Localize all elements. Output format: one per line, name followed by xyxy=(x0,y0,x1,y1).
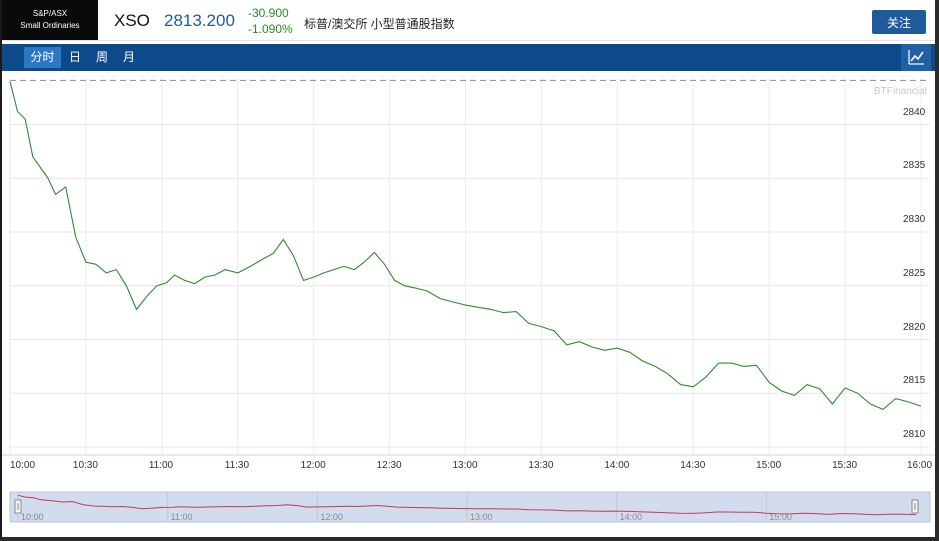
navigator-tick-label: 15:00 xyxy=(769,512,792,522)
x-tick-label: 15:30 xyxy=(832,460,858,471)
chart-grid xyxy=(9,78,930,455)
x-tick-label: 16:00 xyxy=(907,460,933,471)
x-tick-label: 13:00 xyxy=(452,460,478,471)
y-tick-label: 2840 xyxy=(903,106,926,118)
x-tick-label: 15:00 xyxy=(756,460,782,471)
x-tick-label: 12:00 xyxy=(300,460,326,471)
y-tick-label: 2820 xyxy=(903,321,926,333)
navigator-tick-label: 14:00 xyxy=(619,512,643,522)
y-tick-label: 2825 xyxy=(903,267,926,279)
y-tick-label: 2835 xyxy=(903,160,926,172)
x-tick-label: 14:00 xyxy=(604,460,630,471)
x-tick-label: 13:30 xyxy=(528,460,554,471)
x-tick-label: 10:00 xyxy=(10,460,36,471)
y-tick-label: 2815 xyxy=(903,375,926,387)
x-tick-label: 11:30 xyxy=(224,460,250,471)
x-tick-label: 11:00 xyxy=(148,460,174,471)
navigator-tick-label: 13:00 xyxy=(470,512,493,522)
y-tick-label: 2810 xyxy=(903,429,926,440)
x-tick-label: 10:30 xyxy=(72,460,98,471)
navigator-tick-label: 12:00 xyxy=(320,512,343,522)
navigator-tick-label: 10:00 xyxy=(21,512,44,522)
y-tick-label: 2830 xyxy=(903,214,926,225)
navigator-tick-label: 11:00 xyxy=(170,512,193,522)
x-tick-label: 14:30 xyxy=(680,460,706,471)
x-tick-label: 12:30 xyxy=(376,460,402,471)
